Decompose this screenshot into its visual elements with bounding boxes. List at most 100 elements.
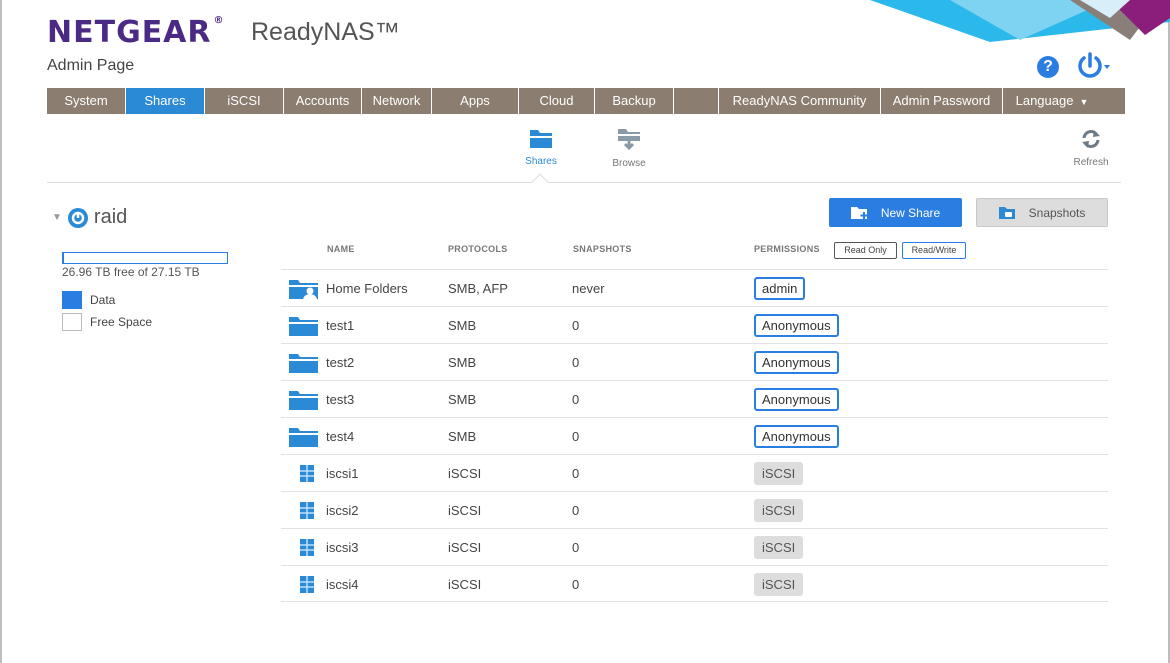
share-name: test4 [326, 429, 355, 444]
permission-badge[interactable]: admin [754, 277, 806, 300]
nav-network[interactable]: Network [362, 88, 432, 114]
brand-logo: NETGEAR ® [47, 15, 225, 50]
collapse-arrow-icon[interactable]: ▼ [52, 212, 62, 223]
nav-iscsi[interactable]: iSCSI [205, 88, 284, 114]
permission-badge[interactable]: iSCSI [754, 462, 804, 485]
toolbar-divider [47, 182, 1121, 183]
table-row[interactable]: test2 SMB 0 Anonymous [281, 343, 1108, 380]
permission-badge[interactable]: iSCSI [754, 573, 804, 596]
nav-language-label: Language [1015, 93, 1074, 108]
share-name: Home Folders [326, 281, 408, 296]
permission-badge[interactable]: iSCSI [754, 536, 804, 559]
brand-name: NETGEAR [47, 15, 212, 50]
table-row[interactable]: iscsi2 iSCSI 0 iSCSI [281, 491, 1108, 528]
share-snapshots: 0 [572, 540, 580, 555]
brand-mark: ® [213, 15, 225, 26]
share-name: iscsi3 [326, 540, 359, 555]
header-decoration [870, 0, 1170, 42]
nav-shares[interactable]: Shares [126, 88, 205, 114]
shares-folder-icon [530, 130, 552, 148]
iscsi-lun-icon [300, 539, 314, 556]
permission-badge[interactable]: Anonymous [754, 388, 839, 411]
table-row[interactable]: iscsi4 iSCSI 0 iSCSI [281, 565, 1108, 602]
share-name: iscsi1 [326, 466, 359, 481]
legend-free-swatch [62, 313, 82, 331]
nav-admin-password[interactable]: Admin Password [881, 88, 1003, 114]
read-write-button[interactable]: Read/Write [902, 242, 966, 259]
new-share-icon [850, 206, 868, 219]
table-row[interactable]: test3 SMB 0 Anonymous [281, 380, 1108, 417]
read-only-button[interactable]: Read Only [834, 242, 897, 259]
main-nav: System Shares iSCSI Accounts Network App… [47, 88, 1125, 114]
tab-browse-label: Browse [612, 158, 646, 169]
folder-icon [289, 428, 318, 447]
power-menu-icon[interactable] [1075, 52, 1111, 82]
nav-language[interactable]: Language ▼ [1003, 88, 1101, 114]
share-name: test1 [326, 318, 355, 333]
legend-data-swatch [62, 291, 82, 309]
share-protocols: iSCSI [448, 503, 482, 518]
usage-legend: Data Free Space [62, 289, 152, 333]
nav-backup[interactable]: Backup [595, 88, 674, 114]
share-protocols: SMB [448, 392, 477, 407]
share-protocols: SMB [448, 429, 477, 444]
share-snapshots: 0 [572, 355, 580, 370]
permission-badge[interactable]: iSCSI [754, 499, 804, 522]
share-name: test3 [326, 392, 355, 407]
volume-usage-bar [62, 252, 228, 264]
folder-icon [289, 354, 318, 373]
share-snapshots: 0 [572, 318, 580, 333]
share-snapshots: 0 [572, 466, 580, 481]
legend-free-label: Free Space [90, 315, 153, 329]
tab-shares[interactable]: Shares [521, 127, 561, 167]
new-share-button[interactable]: New Share [829, 198, 962, 227]
volume-header[interactable]: ▼ raid [52, 206, 127, 229]
table-row[interactable]: test4 SMB 0 Anonymous [281, 417, 1108, 454]
volume-usage-fill [63, 253, 65, 263]
nav-system[interactable]: System [47, 88, 126, 114]
col-header-snapshots: SNAPSHOTS [573, 244, 632, 254]
refresh-label: Refresh [1073, 157, 1109, 168]
legend-data: Data [62, 289, 152, 311]
browse-icon [618, 129, 640, 151]
nav-community[interactable]: ReadyNAS Community [719, 88, 881, 114]
volume-name: raid [93, 206, 128, 228]
share-protocols: SMB [448, 318, 477, 333]
nav-accounts[interactable]: Accounts [284, 88, 362, 114]
permission-badge[interactable]: Anonymous [754, 314, 839, 337]
table-row[interactable]: iscsi1 iSCSI 0 iSCSI [281, 454, 1108, 491]
share-snapshots: 0 [572, 429, 580, 444]
refresh-icon [1082, 130, 1100, 148]
chevron-down-icon: ▼ [1079, 97, 1089, 107]
share-snapshots: 0 [572, 392, 580, 407]
legend-data-label: Data [90, 293, 116, 307]
table-row[interactable]: iscsi3 iSCSI 0 iSCSI [281, 528, 1108, 565]
home-folder-icon [289, 280, 318, 300]
col-header-name: NAME [327, 244, 355, 254]
product-name: ReadyNAS™ [251, 18, 400, 46]
tab-shares-label: Shares [525, 156, 557, 167]
nav-cloud[interactable]: Cloud [519, 88, 595, 114]
share-snapshots: 0 [572, 503, 580, 518]
tab-browse[interactable]: Browse [607, 127, 651, 169]
share-protocols: SMB, AFP [448, 281, 508, 296]
permission-badge[interactable]: Anonymous [754, 351, 839, 374]
legend-free: Free Space [62, 311, 152, 333]
permission-badge[interactable]: Anonymous [754, 425, 839, 448]
help-icon[interactable]: ? [1037, 56, 1059, 78]
iscsi-lun-icon [300, 576, 314, 593]
folder-icon [289, 317, 318, 336]
snapshots-button[interactable]: Snapshots [976, 198, 1108, 227]
snapshots-icon [998, 206, 1015, 219]
refresh-button[interactable]: Refresh [1066, 128, 1116, 168]
volume-free-text: 26.96 TB free of 27.15 TB [62, 265, 200, 279]
nav-spacer [674, 88, 719, 114]
table-row[interactable]: Home Folders SMB, AFP never admin [281, 269, 1108, 306]
new-share-label: New Share [880, 205, 941, 220]
share-protocols: iSCSI [448, 577, 482, 592]
table-row[interactable]: test1 SMB 0 Anonymous [281, 306, 1108, 343]
snapshots-label: Snapshots [1028, 205, 1086, 220]
share-protocols: iSCSI [448, 466, 482, 481]
page-title: Admin Page [47, 57, 135, 74]
nav-apps[interactable]: Apps [432, 88, 519, 114]
